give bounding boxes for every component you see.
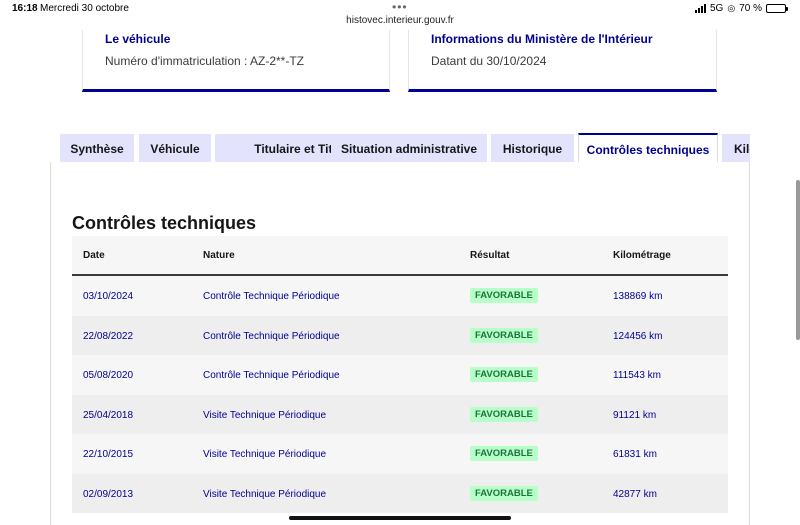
result-badge: FAVORABLE (470, 327, 538, 343)
signal-icon (695, 4, 706, 13)
table-body: 03/10/2024 Contrôle Technique Périodique… (72, 276, 728, 513)
section-title: Contrôles techniques (72, 213, 257, 233)
table-row: 22/08/2022 Contrôle Technique Périodique… (72, 315, 728, 355)
ministry-card-date: Datant du 30/10/2024 (431, 54, 547, 68)
battery-label: 70 % (739, 3, 762, 14)
cell-kilometrage: 124456 km (613, 330, 663, 342)
cell-kilometrage: 91121 km (613, 409, 657, 421)
network-label: 5G (710, 3, 724, 14)
header-kilometrage: Kilométrage (613, 250, 671, 261)
cell-date: 25/04/2018 (83, 409, 134, 421)
tab-vehicule[interactable]: Véhicule (139, 134, 211, 163)
cell-nature: Visite Technique Périodique (203, 449, 327, 460)
table-header: Date Nature Résultat Kilométrage (72, 236, 728, 276)
tab-controles-techniques[interactable]: Contrôles techniques (578, 133, 718, 163)
cell-date: 22/08/2022 (83, 330, 134, 342)
result-badge: FAVORABLE (470, 485, 538, 501)
tab-bar: Synthèse Véhicule Titulaire et Titre Sit… (60, 133, 750, 163)
tab-synthese[interactable]: Synthèse (60, 134, 134, 163)
vehicle-card-title: Le véhicule (105, 32, 171, 46)
vehicle-card: Le véhicule Numéro d'immatriculation : A… (82, 30, 390, 92)
result-badge: FAVORABLE (470, 446, 538, 461)
table-row: 25/04/2018 Visite Technique Périodique F… (72, 394, 728, 434)
header-nature: Nature (203, 250, 235, 261)
cell-kilometrage: 138869 km (613, 291, 663, 302)
status-time: 16:18 (12, 3, 38, 14)
result-badge: FAVORABLE (470, 406, 538, 422)
location-icon: ◎ (727, 3, 736, 13)
cell-nature: Visite Technique Périodique (203, 409, 327, 421)
tab-historique[interactable]: Historique (491, 134, 574, 163)
cell-date: 02/09/2013 (83, 488, 134, 500)
cell-nature: Visite Technique Périodique (203, 488, 327, 500)
cell-date: 03/10/2024 (83, 291, 134, 302)
cell-nature: Contrôle Technique Périodique (203, 330, 340, 342)
cell-kilometrage: 111543 km (613, 370, 661, 381)
table-row: 22/10/2015 Visite Technique Périodique F… (72, 434, 728, 474)
status-bar: 16:18 Mercredi 30 octobre ••• histovec.i… (0, 0, 800, 30)
status-date: Mercredi 30 octobre (40, 3, 129, 14)
cell-kilometrage: 61831 km (613, 449, 657, 460)
cell-nature: Contrôle Technique Périodique (203, 370, 340, 381)
battery-icon (766, 4, 788, 13)
result-badge: FAVORABLE (470, 367, 538, 382)
header-date: Date (83, 250, 105, 261)
tab-kilometrage[interactable]: Kilo (722, 134, 750, 163)
ministry-info-card: Informations du Ministère de l'Intérieur… (408, 30, 717, 92)
result-badge: FAVORABLE (470, 288, 538, 303)
tab-situation-administrative[interactable]: Situation administrative (331, 134, 487, 163)
vehicle-card-plate: Numéro d'immatriculation : AZ-2**-TZ (105, 54, 305, 68)
header-resultat: Résultat (470, 250, 510, 261)
ministry-card-title: Informations du Ministère de l'Intérieur (431, 32, 653, 46)
home-indicator[interactable] (289, 516, 511, 520)
status-right: 5G ◎ 70 % (695, 3, 788, 14)
cell-date: 22/10/2015 (83, 449, 134, 460)
table-row: 02/09/2013 Visite Technique Périodique F… (72, 473, 728, 513)
cell-nature: Contrôle Technique Périodique (203, 291, 340, 302)
cell-date: 05/08/2020 (83, 370, 134, 381)
table-row: 05/08/2020 Contrôle Technique Périodique… (72, 355, 728, 395)
controles-table: Date Nature Résultat Kilométrage 03/10/2… (72, 236, 728, 513)
cell-kilometrage: 42877 km (613, 488, 657, 500)
more-dots-icon[interactable]: ••• (392, 0, 408, 14)
address-url[interactable]: histovec.interieur.gouv.fr (0, 15, 800, 26)
table-row: 03/10/2024 Contrôle Technique Périodique… (72, 276, 728, 316)
page-scrollbar[interactable] (796, 180, 800, 340)
